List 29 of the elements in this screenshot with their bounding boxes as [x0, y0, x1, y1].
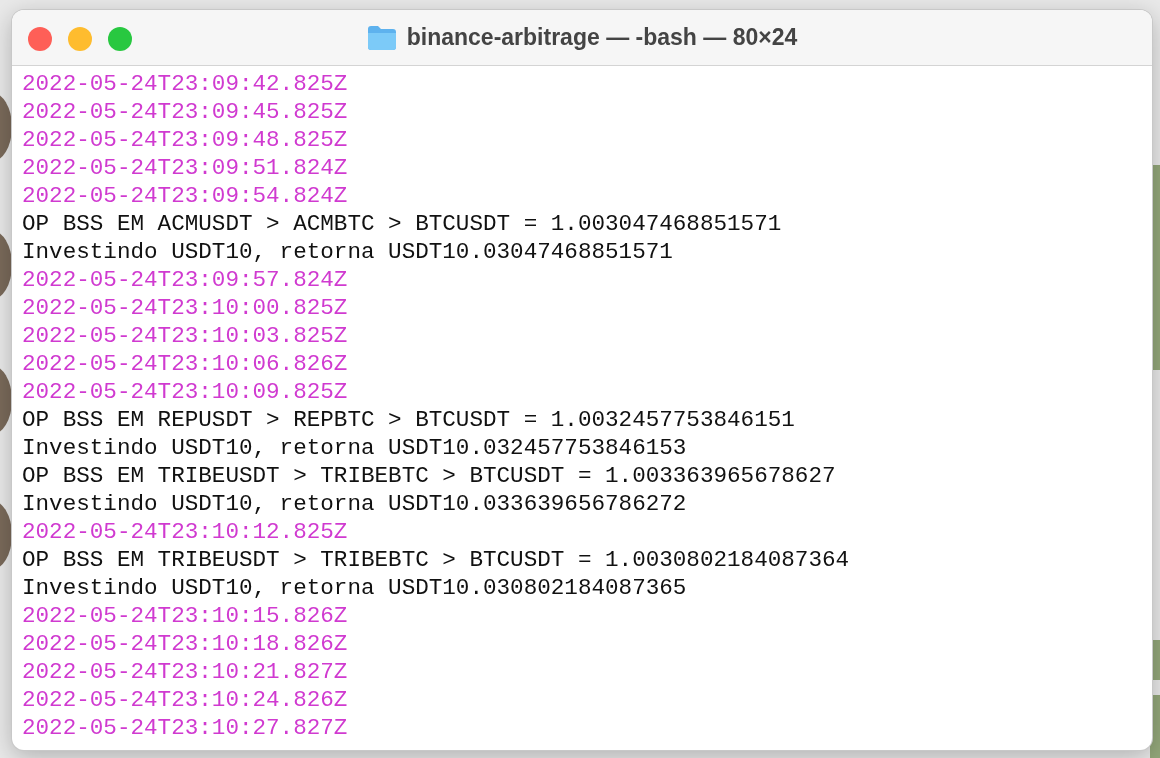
timestamp-line: 2022-05-24T23:10:27.827Z: [22, 714, 348, 742]
timestamp-line: 2022-05-24T23:09:51.824Z: [22, 154, 348, 182]
output-line: OP BSS EM TRIBEUSDT > TRIBEBTC > BTCUSDT = 1.003363965678627: [22, 462, 836, 490]
timestamp-line: 2022-05-24T23:09:54.824Z: [22, 182, 348, 210]
timestamp-line: 2022-05-24T23:10:24.826Z: [22, 686, 348, 714]
timestamp-line: 2022-05-24T23:10:00.825Z: [22, 294, 348, 322]
timestamp-line: 2022-05-24T23:09:48.825Z: [22, 126, 348, 154]
timestamp-line: 2022-05-24T23:10:15.826Z: [22, 602, 348, 630]
output-line: OP BSS EM ACMUSDT > ACMBTC > BTCUSDT = 1.003047468851571: [22, 210, 782, 238]
timestamp-line: 2022-05-24T23:10:06.826Z: [22, 350, 348, 378]
window-title: binance-arbitrage — -bash — 80×24: [406, 23, 798, 53]
timestamp-line: 2022-05-24T23:09:57.824Z: [22, 266, 348, 294]
folder-icon: [366, 24, 397, 51]
output-line: Investindo USDT10, retorna USDT10.030802184087365: [22, 574, 687, 602]
timestamp-line: 2022-05-24T23:10:03.825Z: [22, 322, 348, 350]
output-line: OP BSS EM TRIBEUSDT > TRIBEBTC > BTCUSDT = 1.0030802184087364: [22, 546, 850, 574]
output-line: Investindo USDT10, retorna USDT10.032457753846153: [22, 434, 687, 462]
output-line: Investindo USDT10, retorna USDT10.033639656786272: [22, 490, 687, 518]
zoom-button[interactable]: [108, 27, 132, 51]
timestamp-line: 2022-05-24T23:10:21.827Z: [22, 658, 348, 686]
minimize-button[interactable]: [68, 27, 92, 51]
output-line: Investindo USDT10, retorna USDT10.03047468851571: [22, 238, 673, 266]
timestamp-line: 2022-05-24T23:09:45.825Z: [22, 98, 348, 126]
output-line: OP BSS EM REPUSDT > REPBTC > BTCUSDT = 1.0032457753846151: [22, 406, 795, 434]
timestamp-line: 2022-05-24T23:10:09.825Z: [22, 378, 348, 406]
timestamp-line: 2022-05-24T23:09:42.825Z: [22, 70, 348, 98]
timestamp-line: 2022-05-24T23:10:12.825Z: [22, 518, 348, 546]
timestamp-line: 2022-05-24T23:10:18.826Z: [22, 630, 348, 658]
close-button[interactable]: [28, 27, 52, 51]
